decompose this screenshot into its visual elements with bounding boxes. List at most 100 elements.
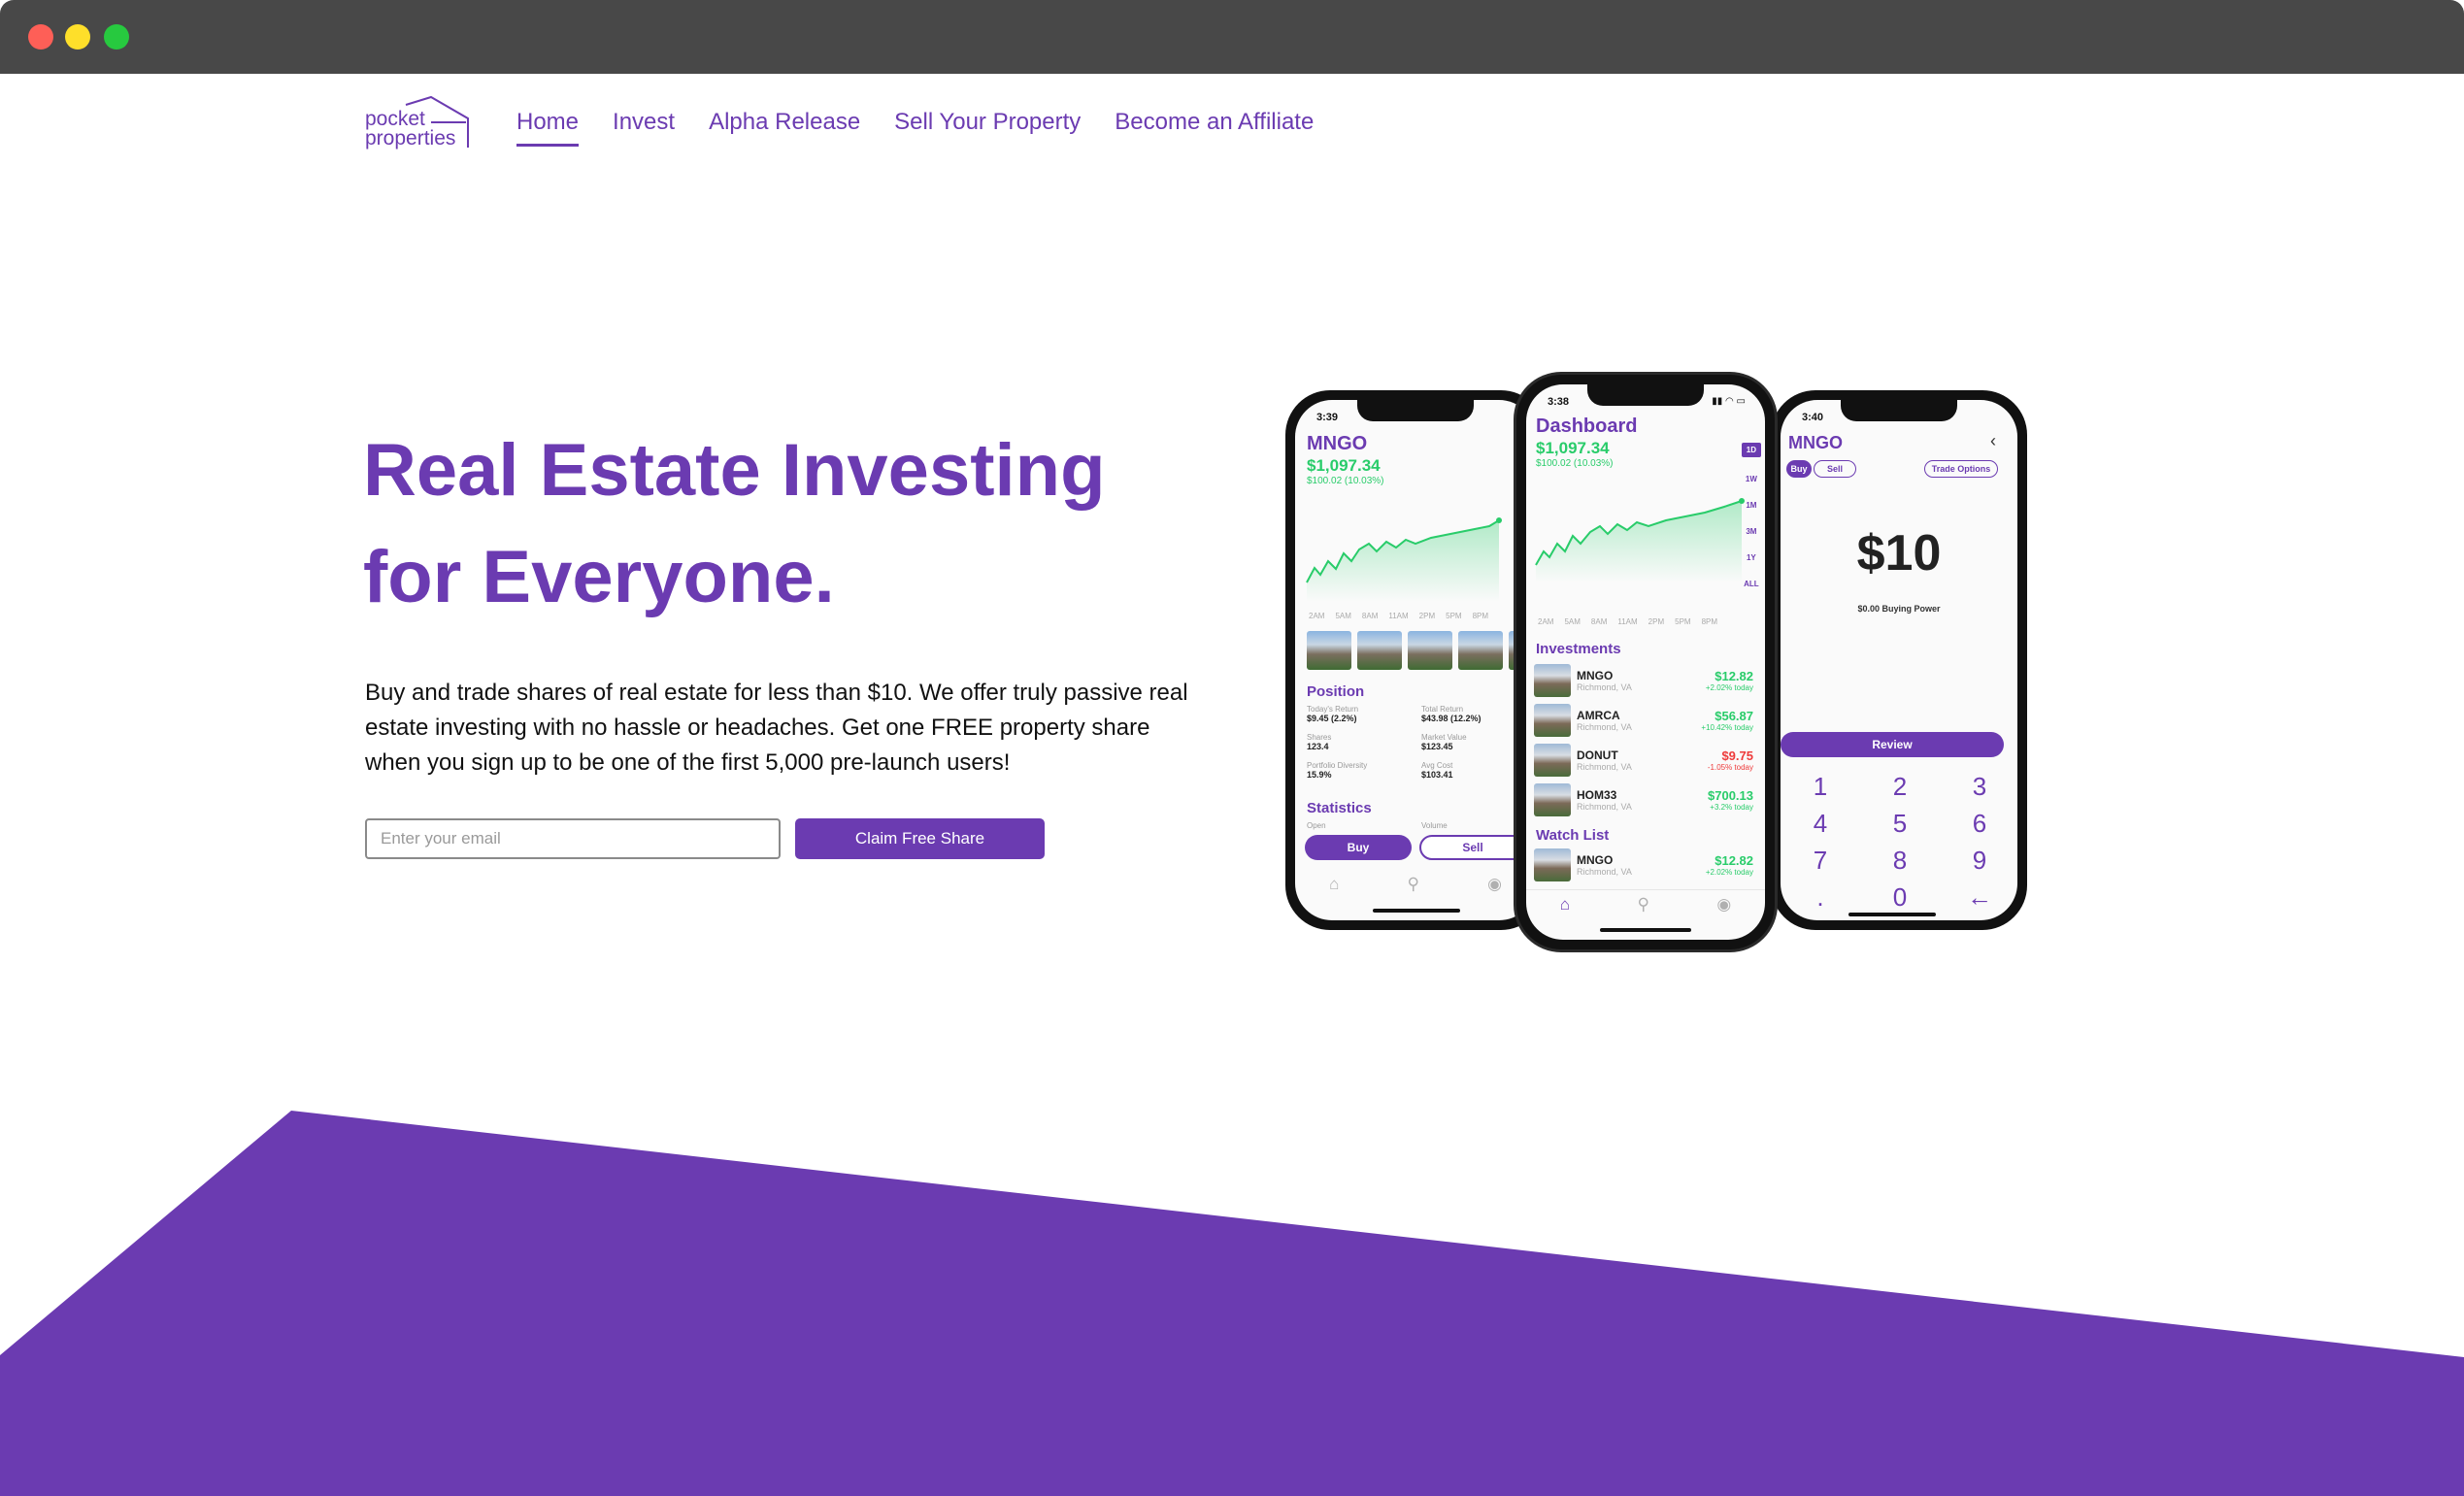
chart-time-axis: 2AM 5AM 8AM 11AM 2PM 5PM 8PM: [1538, 617, 1717, 626]
stat-value: 123.4: [1307, 742, 1329, 751]
investment-row[interactable]: HOM33 Richmond, VA $700.13 +3.2% today: [1534, 783, 1765, 816]
investment-row[interactable]: MNGO Richmond, VA $12.82 +2.02% today: [1534, 664, 1765, 697]
maximize-window-button[interactable]: [104, 24, 129, 50]
search-tab-icon[interactable]: ⚲: [1637, 895, 1648, 914]
sell-toggle[interactable]: Sell: [1814, 460, 1856, 478]
property-photo[interactable]: [1307, 631, 1351, 670]
trade-amount: $10: [1856, 525, 1942, 582]
stat-label: Portfolio Diversity: [1307, 761, 1368, 770]
phone-mockup-position: 3:39 MNGO $1,097.34 $100.02 (10.03%) 2AM…: [1285, 390, 1546, 930]
range-1d[interactable]: 1D: [1741, 443, 1761, 457]
investment-name: MNGO: [1577, 669, 1614, 682]
nav-become-an-affiliate[interactable]: Become an Affiliate: [1115, 109, 1314, 147]
home-tab-icon[interactable]: ⌂: [1560, 895, 1570, 914]
hero-title: Real Estate Investing for Everyone.: [363, 417, 1198, 631]
keypad-key[interactable]: 3: [1940, 773, 2017, 800]
investment-change: +10.42% today: [1701, 723, 1753, 732]
property-photo[interactable]: [1357, 631, 1402, 670]
property-thumbnail: [1534, 848, 1571, 881]
investment-name: HOM33: [1577, 788, 1617, 802]
axis-tick: 5PM: [1446, 612, 1462, 620]
investment-row[interactable]: AMRCA Richmond, VA $56.87 +10.42% today: [1534, 704, 1765, 737]
keypad-key[interactable]: 7: [1781, 847, 1860, 874]
keypad-key[interactable]: .: [1781, 883, 1860, 911]
buy-button[interactable]: Buy: [1305, 835, 1412, 860]
keypad-key[interactable]: 2: [1860, 773, 1940, 800]
keypad-key[interactable]: 6: [1940, 810, 2017, 837]
range-1w[interactable]: 1W: [1746, 475, 1757, 483]
main-nav: Home Invest Alpha Release Sell Your Prop…: [516, 109, 1314, 147]
sell-button[interactable]: Sell: [1419, 835, 1526, 860]
home-tab-icon[interactable]: ⌂: [1329, 875, 1339, 894]
property-thumbnail: [1534, 783, 1571, 816]
signal-battery-icon: ▮▮ ◠ ▭: [1712, 396, 1746, 407]
back-chevron-icon[interactable]: ‹: [1990, 431, 1996, 451]
stock-title: MNGO: [1307, 433, 1368, 454]
watchlist-price: $12.82: [1715, 853, 1753, 868]
phone-screen: 3:40 MNGO ‹ Buy Sell Trade Options $10 $…: [1781, 400, 2017, 920]
nav-alpha-release[interactable]: Alpha Release: [709, 109, 860, 147]
backspace-key-icon[interactable]: ←: [1940, 883, 2017, 911]
stat-label: Today's Return: [1307, 705, 1359, 714]
phone-notch: [1841, 400, 1957, 421]
investment-change: +2.02% today: [1705, 683, 1753, 692]
review-button[interactable]: Review: [1781, 732, 2004, 757]
search-tab-icon[interactable]: ⚲: [1407, 875, 1418, 894]
watchlist-row[interactable]: MNGO Richmond, VA $12.82 +2.02% today: [1534, 848, 1765, 881]
stat-label: Avg Cost: [1421, 761, 1453, 770]
profile-tab-icon[interactable]: ◉: [1487, 875, 1502, 894]
nav-home[interactable]: Home: [516, 109, 580, 147]
investment-name: AMRCA: [1577, 709, 1620, 722]
axis-tick: 2AM: [1309, 612, 1325, 620]
property-photo[interactable]: [1408, 631, 1452, 670]
watchlist-change: +2.02% today: [1705, 868, 1753, 877]
number-keypad: 1 2 3 4 5 6 7 8 9 . 0 ←: [1781, 773, 2017, 911]
investment-location: Richmond, VA: [1577, 762, 1632, 772]
property-photo-strip[interactable]: [1307, 631, 1536, 670]
pocket-properties-logo[interactable]: pocket properties: [365, 95, 472, 153]
keypad-key[interactable]: 4: [1781, 810, 1860, 837]
keypad-key[interactable]: 8: [1860, 847, 1940, 874]
watchlist-heading: Watch List: [1536, 827, 1610, 844]
stat-value: $103.41: [1421, 770, 1453, 780]
investment-location: Richmond, VA: [1577, 802, 1632, 812]
axis-tick: 8AM: [1590, 617, 1608, 626]
keypad-key[interactable]: 1: [1781, 773, 1860, 800]
buy-toggle[interactable]: Buy: [1786, 460, 1812, 478]
stock-price: $1,097.34: [1307, 456, 1381, 475]
buying-power: $0.00 Buying Power: [1857, 604, 1941, 614]
email-input[interactable]: [365, 818, 781, 859]
investment-price: $56.87: [1715, 709, 1753, 723]
axis-tick: 8PM: [1701, 617, 1718, 626]
close-window-button[interactable]: [28, 24, 53, 50]
property-thumbnail: [1534, 744, 1571, 777]
profile-tab-icon[interactable]: ◉: [1716, 895, 1731, 914]
watchlist-location: Richmond, VA: [1577, 867, 1632, 877]
property-thumbnail: [1534, 664, 1571, 697]
keypad-key[interactable]: 0: [1860, 883, 1940, 911]
axis-tick: 2AM: [1538, 617, 1554, 626]
minimize-window-button[interactable]: [65, 24, 90, 50]
phone-screen: 3:39 MNGO $1,097.34 $100.02 (10.03%) 2AM…: [1295, 400, 1536, 920]
tab-bar: ⌂ ⚲ ◉: [1526, 889, 1765, 918]
statistics-heading: Statistics: [1307, 800, 1372, 816]
axis-tick: 11AM: [1388, 612, 1409, 620]
stat-label: Shares: [1307, 733, 1332, 742]
investment-location: Richmond, VA: [1577, 682, 1632, 692]
axis-tick: 5AM: [1335, 612, 1351, 620]
claim-free-share-button[interactable]: Claim Free Share: [795, 818, 1045, 859]
investment-location: Richmond, VA: [1577, 722, 1632, 732]
portfolio-line-chart: [1535, 498, 1745, 582]
investment-price: $9.75: [1721, 748, 1753, 763]
stat-volume-label: Volume: [1421, 821, 1448, 830]
investment-price: $12.82: [1715, 669, 1753, 683]
trade-options-button[interactable]: Trade Options: [1924, 460, 1998, 478]
keypad-key[interactable]: 5: [1860, 810, 1940, 837]
keypad-key[interactable]: 9: [1940, 847, 2017, 874]
property-photo[interactable]: [1458, 631, 1503, 670]
nav-invest[interactable]: Invest: [613, 109, 675, 147]
home-indicator: [1373, 909, 1460, 913]
investment-row[interactable]: DONUT Richmond, VA $9.75 -1.05% today: [1534, 744, 1765, 777]
nav-sell-your-property[interactable]: Sell Your Property: [894, 109, 1081, 147]
home-indicator: [1600, 928, 1691, 932]
